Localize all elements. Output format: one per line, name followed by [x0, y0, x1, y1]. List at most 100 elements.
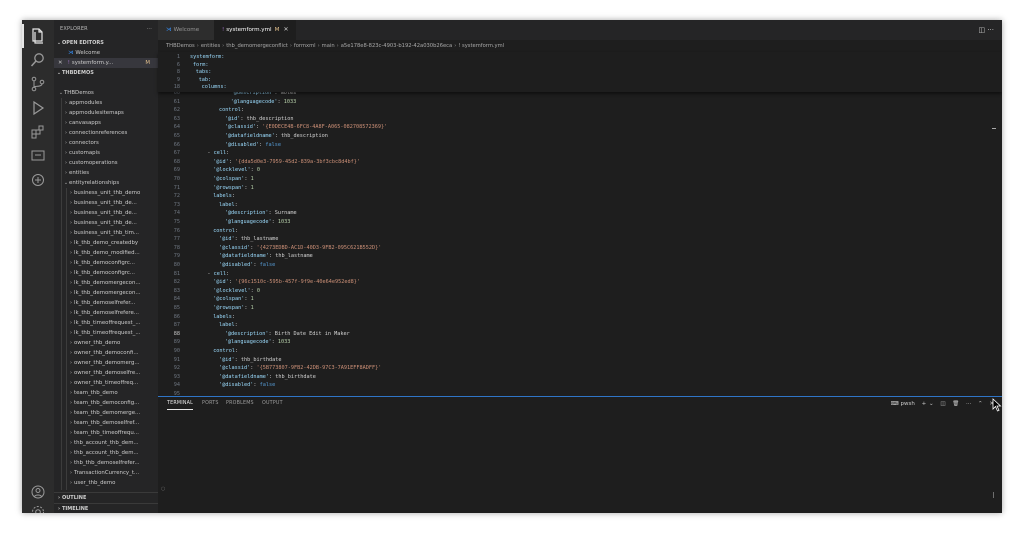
breadcrumb-item[interactable]: a5e178e8-823c-4903-b192-42a030b26eca [341, 43, 453, 49]
extensions-icon[interactable] [28, 122, 48, 142]
folder-relationship[interactable]: › lk_thb_democonfigrc... [54, 268, 158, 278]
split-editor-icon[interactable]: ◫ ··· [978, 20, 994, 40]
settings-gear-icon[interactable] [28, 502, 48, 513]
folder-relationship[interactable]: › business_unit_thb_de... [54, 198, 158, 208]
close-icon[interactable]: ✕ [283, 26, 288, 33]
terminal-scrollbar[interactable] [993, 492, 994, 498]
folder-relationship[interactable]: › owner_thb_demo [54, 338, 158, 348]
folder-relationship[interactable]: › lk_thb_demoselfrefere... [54, 308, 158, 318]
indent-guide [61, 388, 62, 398]
source-control-icon[interactable] [28, 74, 48, 94]
folder-relationship[interactable]: › lk_thb_timeoffrequest_... [54, 318, 158, 328]
line-content: '@disabled': false [225, 141, 281, 150]
run-debug-icon[interactable] [28, 98, 48, 118]
indent-guide [61, 108, 62, 118]
folder-customoperations[interactable]: › customoperations [54, 158, 158, 168]
maximize-panel-icon[interactable]: ⌃ [978, 401, 983, 407]
folder-connectors[interactable]: › connectors [54, 138, 158, 148]
open-editors-header[interactable]: ⌄OPEN EDITORS [54, 38, 158, 48]
folder-relationship[interactable]: › business_unit_thb_demo [54, 188, 158, 198]
folder-relationship[interactable]: › lk_thb_democonfigrc... [54, 258, 158, 268]
close-icon[interactable]: ✕ [58, 58, 66, 68]
tab-output[interactable]: OUTPUT [262, 397, 283, 411]
search-icon[interactable] [28, 50, 48, 70]
folder-relationship[interactable]: › thb_account_thb_dem... [54, 438, 158, 448]
tree-item-label: TransactionCurrency_t... [74, 470, 140, 476]
breadcrumb-item[interactable]: THBDemos [166, 43, 195, 49]
folder-relationship[interactable]: › lk_thb_demomergecon... [54, 278, 158, 288]
breadcrumb-item[interactable]: thb_demomergeconflict [226, 43, 288, 49]
folder-relationship[interactable]: › team_thb_timeoffrequ... [54, 428, 158, 438]
tab-problems[interactable]: PROBLEMS [226, 397, 254, 411]
tab-systemform[interactable]: ! systemform.yml M ✕ [214, 20, 297, 40]
yaml-value: 0 [256, 167, 261, 174]
folder-relationship[interactable]: › owner_thb_demomerg... [54, 358, 158, 368]
code-editor[interactable]: 60 '@description': Notes 61 '@languagecode'… [158, 92, 1002, 396]
workspace-header[interactable]: ⌄THBDEMOS [54, 68, 158, 78]
terminal-dropdown-icon[interactable]: ⌄ [929, 401, 934, 407]
power-platform-icon[interactable] [28, 170, 48, 190]
kill-terminal-icon[interactable]: 🗑 [952, 401, 959, 407]
folder-appmodulesitemaps[interactable]: › appmodulesitemaps [54, 108, 158, 118]
breadcrumb-item[interactable]: ! systemform.yml [458, 43, 504, 49]
tab-ports[interactable]: PORTS [202, 397, 219, 411]
folder-appmodules[interactable]: › appmodules [54, 98, 158, 108]
tree-item-label: lk_thb_democonfigrc... [74, 260, 135, 266]
split-terminal-icon[interactable]: ◫ [940, 401, 945, 407]
folder-relationship[interactable]: › thb_account_thb_dem... [54, 448, 158, 458]
tab-label: systemform.yml [226, 27, 272, 33]
folder-entityrelationships[interactable]: ⌄entityrelationships [54, 178, 158, 188]
folder-relationship[interactable]: › team_thb_demoselfref... [54, 418, 158, 428]
indent-guide [61, 288, 62, 298]
folder-relationship[interactable]: › owner_thb_democonfi... [54, 348, 158, 358]
folder-relationship[interactable]: › team_thb_demo [54, 388, 158, 398]
line-number: 84 [173, 296, 180, 303]
timeline-section[interactable]: › TIMELINE [54, 503, 158, 513]
terminal-shell-name[interactable]: pwsh [901, 401, 915, 407]
folder-relationship[interactable]: › business_unit_thb_de... [54, 208, 158, 218]
line-number: 77 [173, 236, 180, 243]
folder-canvasapps[interactable]: › canvasapps [54, 118, 158, 128]
folder-relationship[interactable]: › team_thb_democonfig... [54, 398, 158, 408]
folder-relationship[interactable]: › owner_thb_demoselfre... [54, 368, 158, 378]
yaml-key: '@description' [230, 92, 275, 96]
tab-welcome[interactable]: ⋊ Welcome [158, 20, 216, 40]
remote-explorer-icon[interactable] [28, 146, 48, 166]
terminal-shell-icon[interactable]: ⌨ [891, 401, 899, 407]
more-actions-icon[interactable]: ··· [147, 20, 152, 38]
folder-relationship[interactable]: › team_thb_demomerge... [54, 408, 158, 418]
more-actions-icon[interactable]: ··· [966, 401, 971, 407]
folder-relationship[interactable]: › owner_thb_timeoffreq... [54, 378, 158, 388]
account-icon[interactable] [28, 482, 48, 502]
code-line: 90 control: [158, 347, 1002, 356]
folder-relationship[interactable]: › lk_thb_demo_createdby [54, 238, 158, 248]
folder-relationship[interactable]: › business_unit_thb_tim... [54, 228, 158, 238]
folder-customapis[interactable]: › customapis [54, 148, 158, 158]
breadcrumb-item[interactable]: entities [201, 43, 220, 49]
line-number: 80 [173, 262, 180, 268]
indent-guide [66, 368, 67, 378]
folder-relationship[interactable]: › user_thb_demo [54, 478, 158, 488]
folder-entities[interactable]: › entities [54, 168, 158, 178]
indent-guide [66, 218, 67, 228]
folder-relationship[interactable]: › lk_thb_timeoffrequest_... [54, 328, 158, 338]
folder-relationship[interactable]: › business_unit_thb_de... [54, 218, 158, 228]
yaml-key: '@id' [219, 356, 235, 363]
folder-relationship[interactable]: › lk_thb_demomergecon... [54, 288, 158, 298]
indent-guide [66, 488, 67, 490]
breadcrumb-item[interactable]: main [322, 43, 335, 49]
open-editor-systemform[interactable]: ✕ ! systemform.y... M [54, 58, 158, 68]
folder-connectionreferences[interactable]: › connectionreferences [54, 128, 158, 138]
folder-relationship[interactable]: › lk_thb_demoselfrefer... [54, 298, 158, 308]
folder-thbdemos[interactable]: ⌄THBDemos [54, 88, 158, 98]
tab-terminal[interactable]: TERMINAL [167, 397, 193, 410]
breadcrumb-item[interactable]: formxml [294, 43, 316, 49]
folder-relationship[interactable]: › TransactionCurrency_t... [54, 468, 158, 478]
explorer-icon[interactable] [22, 24, 48, 48]
folder-relationship[interactable]: › lk_thb_demo_modified... [54, 248, 158, 258]
outline-section[interactable]: › OUTLINE [54, 492, 158, 503]
open-editor-welcome[interactable]: ⋊ Welcome [54, 48, 158, 58]
folder-relationship[interactable]: › thb_thb_demoselfrefer... [54, 458, 158, 468]
new-terminal-icon[interactable]: + [922, 401, 927, 407]
folder-relationship[interactable]: ›user_thb_democonfigr... [54, 488, 158, 490]
